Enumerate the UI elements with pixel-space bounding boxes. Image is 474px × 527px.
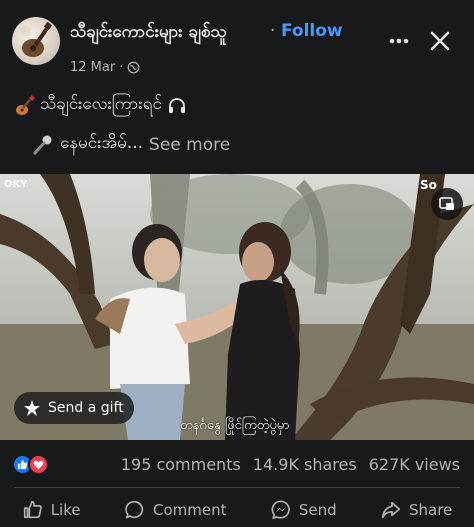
caption-line-1: သီချင်းလေးကြားရင် — [14, 93, 188, 118]
send-gift-button[interactable]: Send a gift — [14, 392, 134, 424]
microphone-icon — [33, 135, 52, 154]
like-label: Like — [50, 500, 81, 519]
comment-label: Comment — [152, 500, 227, 519]
more-options-button[interactable] — [384, 26, 414, 56]
channel-logo-right: So — [420, 178, 437, 192]
globe-icon — [127, 61, 140, 74]
guitar-illustration — [21, 21, 53, 57]
caption-text-2: နေမင်းအိမ်... — [60, 133, 144, 153]
comment-button[interactable]: Comment — [124, 499, 227, 521]
post-meta: 12 Mar · — [70, 60, 140, 75]
more-horizontal-icon — [389, 38, 409, 44]
post-stats: 195 comments 14.9K shares 627K views — [121, 455, 460, 474]
gift-icon — [24, 400, 40, 416]
share-button[interactable]: Share — [380, 499, 452, 521]
picture-in-picture-icon — [439, 197, 454, 210]
post-header: သီချင်းကောင်းများ ချစ်သူ · Follow 12 Mar… — [0, 0, 474, 88]
comments-count[interactable]: 195 comments — [121, 455, 241, 474]
comment-icon — [125, 500, 144, 519]
love-reaction-icon — [28, 454, 49, 475]
caption-text-1: သီချင်းလေးကြားရင် — [40, 94, 162, 114]
separator-dot: · — [270, 21, 276, 41]
close-button[interactable] — [425, 26, 455, 56]
send-button[interactable]: Send — [270, 499, 337, 521]
like-icon — [23, 500, 42, 518]
reaction-icons[interactable] — [12, 454, 52, 476]
shares-count[interactable]: 14.9K shares — [253, 455, 357, 474]
page-name[interactable]: သီချင်းကောင်းများ ချစ်သူ — [70, 21, 227, 46]
meta-separator: · — [119, 60, 124, 75]
close-icon — [430, 31, 450, 51]
actions-divider — [14, 487, 460, 488]
video-subtitle: တနင်္ဂနွေ ဖြိုင်ကြတဲ့ပွဲမှာ — [180, 418, 290, 433]
caption-line-2: နေမင်းအိမ်... See more — [32, 132, 230, 157]
action-bar: Like Comment Send Share — [0, 492, 474, 527]
send-gift-label: Send a gift — [48, 400, 124, 416]
post-date[interactable]: 12 Mar — [70, 60, 115, 75]
picture-in-picture-button[interactable] — [431, 188, 463, 220]
thumbs-up-glyph — [17, 459, 28, 470]
channel-logo-left: OKY — [4, 179, 28, 190]
share-label: Share — [409, 500, 453, 519]
views-count: 627K views — [368, 455, 460, 474]
like-button[interactable]: Like — [22, 499, 81, 521]
page-avatar[interactable] — [12, 17, 60, 65]
follow-button[interactable]: Follow — [281, 21, 343, 41]
messenger-icon — [271, 499, 290, 519]
guitar-icon — [16, 94, 35, 115]
heart-glyph — [33, 460, 44, 470]
see-more-link[interactable]: See more — [149, 135, 230, 155]
headphones-icon — [168, 97, 185, 113]
send-label: Send — [298, 500, 337, 519]
video-player[interactable]: OKY So Send a gift တနင်္ဂနွေ ဖြိုင်ကြတဲ့… — [0, 174, 474, 440]
share-icon — [381, 501, 401, 518]
